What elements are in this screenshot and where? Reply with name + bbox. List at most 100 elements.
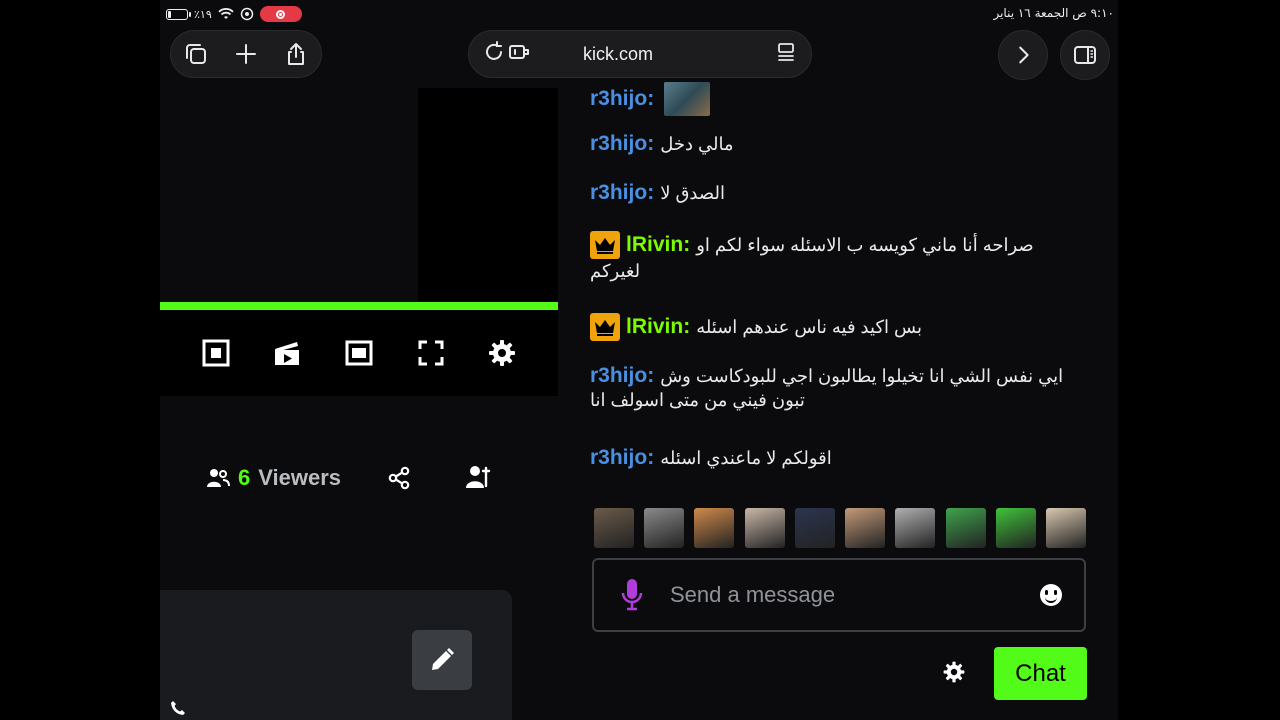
mini-player-button[interactable] (196, 333, 236, 373)
forward-button[interactable] (998, 30, 1048, 80)
emote-quick-bar (594, 508, 1086, 548)
player-controls (160, 310, 558, 396)
extension-icon (508, 45, 529, 59)
theater-mode-icon (345, 340, 373, 366)
fullscreen-button[interactable] (411, 333, 451, 373)
viewer-count: 6 Viewers (206, 465, 341, 491)
chat-text-continued: لغيركم (590, 261, 641, 281)
chat-text: بس اكيد فيه ناس عندهم اسئله (696, 316, 922, 337)
chat-username[interactable]: r3hijo (590, 87, 647, 111)
emote-button[interactable] (995, 508, 1036, 548)
share-icon (288, 43, 304, 65)
chat-text-continued: تبون فيني من متى اسولف انا (590, 390, 805, 410)
video-progress-bar[interactable] (160, 302, 558, 310)
gear-icon (943, 661, 965, 683)
emote-button[interactable] (644, 508, 685, 548)
chat-message: r3hijo : مالي دخل (590, 132, 1090, 156)
chat-separator: : (647, 364, 655, 387)
wifi-icon (218, 8, 234, 19)
crown-badge-icon (590, 231, 620, 259)
emote-button[interactable] (845, 508, 886, 548)
address-bar[interactable]: kick.com (468, 30, 812, 78)
video-progress-fill (160, 302, 558, 310)
page-extension-button[interactable] (507, 41, 531, 67)
sidebar-icon (1074, 46, 1096, 64)
chat-separator: : (683, 315, 691, 338)
chat-separator: : (647, 87, 655, 110)
chat-message-input[interactable] (648, 582, 1040, 608)
battery-icon (166, 8, 191, 20)
emote-button[interactable] (794, 508, 835, 548)
emote-button[interactable] (594, 508, 634, 548)
chat-emote-image (664, 82, 711, 116)
chat-message: lRivin : صراحه أنا ماني كويسه ب الاسئله … (590, 231, 1090, 282)
battery-percent: ٪١٩ (194, 7, 212, 21)
sidebar-toggle-button[interactable] (1060, 30, 1110, 80)
mini-player-icon (202, 339, 230, 367)
page-menu-icon (778, 43, 794, 61)
moderator-tools-button[interactable] (466, 464, 492, 494)
viewers-icon (207, 469, 230, 487)
chat-username[interactable]: lRivin (626, 315, 683, 339)
share-nodes-icon (388, 466, 410, 490)
gear-icon (489, 340, 516, 366)
chat-username[interactable]: r3hijo (590, 446, 647, 470)
video-player[interactable] (418, 88, 558, 302)
clip-button[interactable] (267, 333, 307, 373)
chat-text: الصدق لا (660, 182, 725, 203)
browser-toolbar-left (170, 30, 322, 78)
reader-mode-button[interactable] (775, 41, 797, 67)
crown-badge-icon (590, 313, 620, 341)
theater-mode-button[interactable] (339, 333, 379, 373)
fullscreen-icon (418, 340, 444, 366)
edit-button[interactable] (412, 630, 472, 690)
chat-message: r3hijo : (590, 82, 1090, 116)
viewer-count-value: 6 (238, 465, 251, 490)
chat-settings-button[interactable] (942, 660, 966, 688)
share-page-button[interactable] (271, 30, 321, 78)
viewer-count-label: Viewers (258, 465, 342, 490)
chat-text: مالي دخل (660, 133, 734, 154)
chat-separator: : (647, 132, 655, 155)
record-icon (276, 9, 286, 19)
phone-icon (170, 700, 186, 720)
chat-username[interactable]: r3hijo (590, 181, 647, 205)
send-chat-button[interactable]: Chat (994, 647, 1087, 700)
tabs-icon (186, 44, 206, 64)
player-settings-button[interactable] (482, 333, 522, 373)
screen-recording-indicator (259, 6, 302, 22)
chat-username[interactable]: lRivin (626, 233, 683, 257)
chat-message: r3hijo : ايي نفس الشي انا تخيلوا يطالبون… (590, 364, 1090, 411)
chat-message: r3hijo : الصدق لا (590, 181, 1090, 205)
chat-separator: : (683, 233, 691, 256)
chat-text: صراحه أنا ماني كويسه ب الاسئله سواء لكم … (696, 234, 1034, 255)
emote-button[interactable] (1045, 508, 1086, 548)
tabs-overview-button[interactable] (171, 30, 221, 78)
reload-button[interactable] (483, 41, 505, 67)
chat-input-box (592, 558, 1086, 632)
emote-button[interactable] (945, 508, 986, 548)
chat-message: lRivin : بس اكيد فيه ناس عندهم اسئله (590, 313, 1090, 341)
chat-separator: : (647, 181, 655, 204)
stream-stats: 6 Viewers (206, 460, 496, 496)
microphone-icon (621, 579, 643, 611)
url-text: kick.com (582, 43, 653, 64)
chat-username[interactable]: r3hijo (590, 132, 647, 156)
chevron-right-icon (1019, 46, 1029, 64)
chat-username[interactable]: r3hijo (590, 364, 647, 388)
status-bar-left: ٪١٩ (166, 6, 302, 22)
share-stream-button[interactable] (387, 466, 411, 494)
emote-button[interactable] (744, 508, 785, 548)
user-wrench-icon (466, 466, 491, 488)
reload-icon (486, 41, 502, 60)
plus-icon (236, 44, 256, 64)
screen: ٪١٩ ٩:١٠ ص الجمعة ١٦ يناير kick.com 6 Vi… (0, 0, 1280, 720)
emoji-picker-icon[interactable] (1040, 584, 1062, 606)
chat-text: اقولكم لا ماعندي اسئله (660, 447, 832, 468)
voice-input-button[interactable] (616, 578, 648, 612)
chat-separator: : (647, 446, 655, 469)
emote-button[interactable] (694, 508, 735, 548)
emote-button[interactable] (895, 508, 936, 548)
chat-text: ايي نفس الشي انا تخيلوا يطالبون اجي للبو… (660, 365, 1064, 386)
new-tab-button[interactable] (221, 30, 271, 78)
